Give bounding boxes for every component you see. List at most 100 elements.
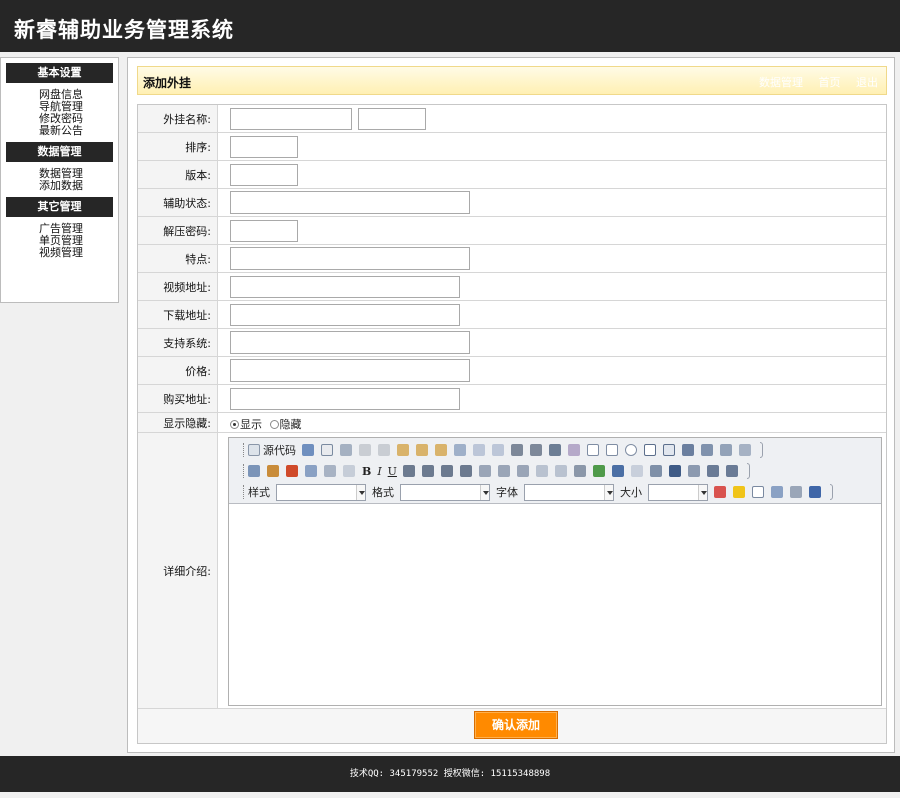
style-select[interactable] (276, 483, 366, 501)
image-button-icon[interactable] (720, 444, 732, 456)
format-select[interactable] (400, 483, 490, 501)
visibility-show-radio[interactable] (230, 419, 239, 429)
checkbox-icon[interactable] (606, 444, 618, 456)
save-icon[interactable] (809, 486, 821, 498)
maximize-icon[interactable] (752, 486, 764, 498)
buy-url-input[interactable] (230, 388, 460, 410)
redo-icon[interactable] (492, 444, 504, 456)
special-char-icon[interactable] (668, 465, 681, 477)
text-color-icon[interactable] (714, 486, 726, 498)
form-icon[interactable] (587, 444, 599, 456)
status-textarea[interactable] (230, 191, 470, 214)
page-break-icon[interactable] (687, 465, 700, 477)
bold-icon[interactable]: B (362, 465, 371, 478)
sidebar-item-video-manage[interactable]: 视频管理 (39, 247, 118, 259)
visibility-hide-radio[interactable] (269, 419, 279, 429)
remove-format-icon[interactable] (568, 444, 580, 456)
italic-icon[interactable]: I (377, 465, 381, 478)
font-color-f-icon[interactable] (286, 465, 298, 477)
row-systems: 支持系统: (138, 329, 886, 357)
show-blocks-icon[interactable] (771, 486, 783, 498)
price-textarea[interactable] (230, 359, 470, 382)
systems-textarea[interactable] (230, 331, 470, 354)
video-url-input[interactable] (230, 276, 460, 298)
strike-icon[interactable] (478, 465, 491, 477)
table-icon[interactable] (305, 465, 317, 477)
blockquote-icon[interactable] (573, 465, 586, 477)
toolbar-row-2: B I U (243, 461, 750, 481)
size-select[interactable] (648, 483, 708, 501)
flash-icon[interactable] (267, 465, 279, 477)
align-center-icon[interactable] (421, 465, 434, 477)
textfield-icon[interactable] (644, 444, 656, 456)
editor-content-area[interactable] (229, 504, 881, 705)
select-field-icon[interactable] (682, 444, 694, 456)
justify-icon[interactable] (459, 465, 472, 477)
label-features: 特点: (138, 245, 218, 272)
bulleted-list-icon[interactable] (725, 465, 738, 477)
link-icon[interactable] (324, 465, 336, 477)
align-right-icon[interactable] (440, 465, 453, 477)
source-button-label[interactable]: 源代码 (263, 442, 296, 458)
paste-text-icon[interactable] (416, 444, 428, 456)
image-icon[interactable] (248, 465, 260, 477)
cut-icon[interactable] (359, 444, 371, 456)
find-icon[interactable] (511, 444, 523, 456)
name-extra-input[interactable] (358, 108, 426, 130)
replace-icon[interactable] (530, 444, 542, 456)
panel-title: 添加外挂 (143, 76, 192, 90)
link-logout[interactable]: 退出 (856, 76, 878, 89)
paste-icon[interactable] (397, 444, 409, 456)
print-preview-icon[interactable] (790, 486, 802, 498)
button-field-icon[interactable] (701, 444, 713, 456)
indent-icon[interactable] (554, 465, 567, 477)
confirm-add-button[interactable]: 确认添加 (474, 711, 558, 739)
label-video-url: 视频地址: (138, 273, 218, 300)
row-download-url: 下载地址: (138, 301, 886, 329)
version-input[interactable] (230, 164, 298, 186)
anchor-link-icon[interactable] (592, 465, 605, 477)
align-left-icon[interactable] (402, 465, 415, 477)
order-input[interactable] (230, 136, 298, 158)
name-input[interactable] (230, 108, 352, 130)
preview-icon[interactable] (321, 444, 333, 456)
select-all-icon[interactable] (549, 444, 561, 456)
chevron-down-icon (604, 484, 613, 500)
spellcheck-icon[interactable] (454, 444, 466, 456)
newpage-icon[interactable] (302, 444, 314, 456)
features-textarea[interactable] (230, 247, 470, 270)
unlink-icon[interactable] (343, 465, 355, 477)
sidebar-item-latest-notice[interactable]: 最新公告 (39, 125, 118, 137)
source-icon[interactable] (248, 444, 260, 456)
smiley-icon[interactable] (649, 465, 662, 477)
underline-icon[interactable]: U (388, 465, 397, 478)
row-video-url: 视频地址: (138, 273, 886, 301)
chevron-down-icon (698, 484, 707, 500)
link-home[interactable]: 首页 (819, 76, 841, 89)
row-name: 外挂名称: (138, 105, 886, 133)
horizontal-rule-icon[interactable] (630, 465, 643, 477)
paste-word-icon[interactable] (435, 444, 447, 456)
label-unzip-password: 解压密码: (138, 217, 218, 244)
print-icon[interactable] (340, 444, 352, 456)
superscript-icon[interactable] (516, 465, 529, 477)
font-select[interactable] (524, 483, 614, 501)
visibility-hide-label: 隐藏 (279, 418, 302, 431)
sidebar-item-add-data[interactable]: 添加数据 (39, 180, 118, 192)
radio-icon[interactable] (625, 444, 637, 456)
unzip-password-input[interactable] (230, 220, 298, 242)
textarea-icon[interactable] (663, 444, 675, 456)
link-data-manage[interactable]: 数据管理 (759, 76, 803, 89)
subscript-icon[interactable] (497, 465, 510, 477)
numbered-list-icon[interactable] (706, 465, 719, 477)
anchor-icon[interactable] (611, 465, 624, 477)
undo-icon[interactable] (473, 444, 485, 456)
toolbar-row-3: 样式 格式 字体 大小 (243, 482, 833, 502)
outdent-icon[interactable] (535, 465, 548, 477)
download-url-input[interactable] (230, 304, 460, 326)
font-label: 字体 (496, 486, 518, 499)
bg-color-icon[interactable] (733, 486, 745, 498)
hidden-field-icon[interactable] (739, 444, 751, 456)
label-name: 外挂名称: (138, 105, 218, 132)
copy-icon[interactable] (378, 444, 390, 456)
